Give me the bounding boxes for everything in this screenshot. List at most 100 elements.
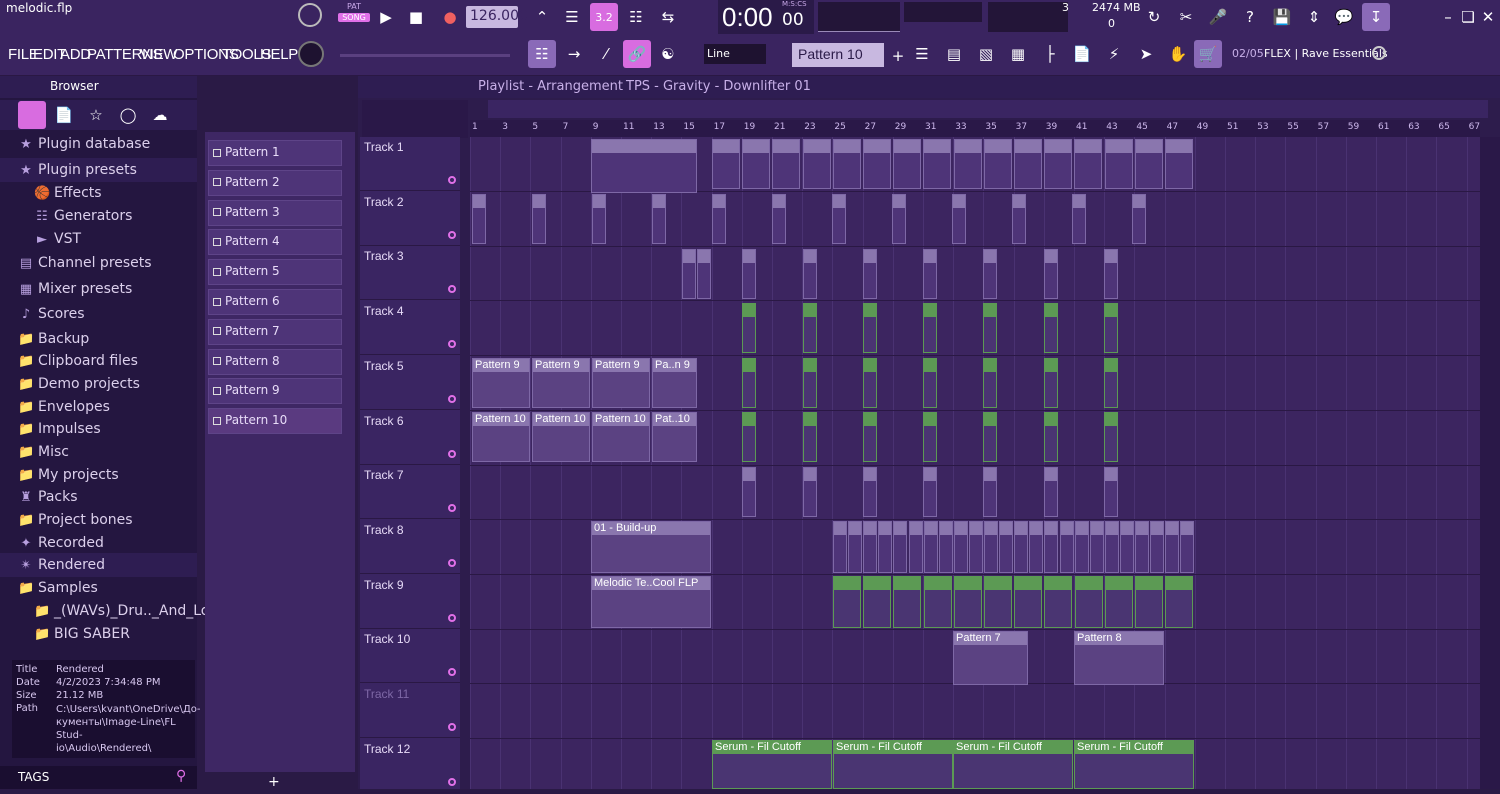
browser-tab-plugins-icon[interactable]: ☆ [82, 101, 110, 129]
playlist-clip[interactable] [863, 521, 878, 573]
track-mute-icon[interactable] [448, 449, 456, 458]
playlist-clip[interactable] [472, 194, 486, 244]
stamp-icon[interactable]: ☯ [654, 40, 682, 68]
playlist-clip[interactable] [983, 249, 997, 299]
play-icon[interactable]: ▶ [372, 3, 400, 31]
browser-item[interactable]: 📁 Demo projects [0, 372, 197, 396]
track-mute-icon[interactable] [448, 723, 456, 731]
track-header[interactable]: Track 10 [360, 629, 460, 684]
playlist-clip[interactable] [592, 194, 606, 244]
playlist-clip[interactable] [1044, 576, 1073, 628]
playlist-clip[interactable] [892, 194, 906, 244]
browser-item[interactable]: 📁 BIG SABER [0, 622, 197, 646]
search-icon[interactable]: ⚲ [176, 768, 186, 784]
playlist-clip[interactable] [1132, 194, 1146, 244]
playlist-clip[interactable] [1104, 576, 1133, 628]
playlist-clip[interactable] [803, 358, 817, 408]
browser-item[interactable]: ★ Plugin database [0, 132, 197, 156]
render-icon[interactable]: ⇕ [1300, 3, 1328, 31]
browser-item[interactable]: ▦ Mixer presets [0, 277, 197, 301]
chat-icon[interactable]: 💬 [1330, 3, 1358, 31]
playlist-clip[interactable] [1044, 139, 1073, 189]
browser-item[interactable]: 🏀 Effects [0, 181, 197, 205]
playlist-clip[interactable] [803, 249, 817, 299]
playlist-clip[interactable] [983, 358, 997, 408]
track-mute-icon[interactable] [448, 613, 456, 622]
browser-item[interactable]: 📁 _(WAVs)_Dru.._And_Loops [0, 599, 234, 623]
playlist-clip[interactable] [1044, 358, 1058, 408]
loop-record-icon[interactable]: ⇆ [654, 3, 682, 31]
browser-item[interactable]: 📁 Impulses [0, 417, 197, 441]
close-icon[interactable]: ✕ [1478, 3, 1498, 31]
snap-indicator[interactable]: 3.2 [590, 3, 618, 31]
playlist-clip[interactable] [803, 303, 817, 353]
playlist-clip[interactable]: Pattern 10 [592, 412, 650, 462]
playlist-clip[interactable] [1074, 576, 1103, 628]
playlist-clip[interactable]: Melodic Te..Cool FLP [591, 576, 711, 628]
playlist-clip[interactable] [802, 139, 831, 189]
playlist-clip[interactable] [983, 412, 997, 462]
playlist-clip[interactable] [863, 303, 877, 353]
pattern-item[interactable]: Pattern 4 [208, 229, 342, 256]
playlist-icon[interactable]: ☰ [908, 40, 936, 68]
playlist-clip[interactable] [1135, 576, 1163, 628]
hand-icon[interactable]: ✋ [1164, 40, 1192, 68]
playlist-clip[interactable] [1165, 521, 1180, 573]
menu-view[interactable]: VIEW [140, 46, 177, 63]
playlist-clip[interactable] [893, 139, 922, 189]
playlist-clip[interactable]: Serum - Fil Cutoff [953, 740, 1073, 789]
playlist-clip[interactable]: Pattern 7 [953, 631, 1028, 685]
playlist-clip[interactable] [984, 521, 998, 573]
browser-tab-all-icon[interactable] [18, 101, 46, 129]
pattern-item[interactable]: Pattern 9 [208, 378, 342, 405]
channel-rack-icon[interactable]: ▤ [940, 40, 968, 68]
arrow-right-icon[interactable]: → [560, 40, 588, 68]
track-mute-icon[interactable] [448, 504, 456, 513]
playlist-clip[interactable] [1044, 303, 1058, 353]
playlist-clip[interactable] [968, 521, 983, 573]
browser-item[interactable]: 📁 My projects [0, 463, 197, 487]
playlist-clip[interactable] [652, 194, 666, 244]
playlist-clip[interactable] [591, 139, 697, 193]
track-header[interactable]: Track 7 [360, 465, 460, 520]
snap-select[interactable]: Line [704, 44, 766, 64]
pattern-item[interactable]: Pattern 2 [208, 169, 342, 196]
playlist-clip[interactable] [1074, 139, 1103, 189]
track-header[interactable]: Track 6 [360, 411, 460, 465]
playlist-clip[interactable] [1074, 521, 1089, 573]
track-header[interactable]: Track 3 [360, 246, 460, 301]
cut-icon[interactable]: ✂ [1172, 3, 1200, 31]
playlist-clip[interactable]: Pat..10 [652, 412, 697, 462]
piano-roll-icon[interactable]: ☷ [528, 40, 556, 68]
step-edit-icon[interactable]: ☷ [622, 3, 650, 31]
playlist-clip[interactable] [832, 194, 846, 244]
pat-song-toggle[interactable]: PAT SONG [338, 2, 370, 32]
minimize-icon[interactable]: – [1438, 3, 1458, 31]
playlist-clip[interactable] [953, 139, 982, 189]
playlist-clip[interactable] [1059, 521, 1074, 573]
master-pitch-slider[interactable] [340, 54, 510, 57]
wait-record-icon[interactable]: ☰ [558, 3, 586, 31]
track-mute-icon[interactable] [448, 668, 456, 677]
pattern-item[interactable]: Pattern 10 [208, 408, 342, 435]
pattern-item[interactable]: Pattern 3 [208, 199, 342, 226]
playlist-clip[interactable] [1134, 139, 1163, 189]
pattern-item[interactable]: Pattern 8 [208, 348, 342, 375]
pattern-item[interactable]: Pattern 5 [208, 259, 342, 286]
playlist-clip[interactable] [742, 139, 771, 189]
playlist-clip[interactable] [1119, 521, 1134, 573]
pattern-item[interactable]: Pattern 7 [208, 318, 342, 345]
playlist-clip[interactable] [1104, 358, 1118, 408]
plugin-icon[interactable]: ⚡ [1100, 40, 1128, 68]
master-volume-knob[interactable] [298, 41, 324, 67]
playlist-clip[interactable]: Serum - Fil Cutoff [833, 740, 953, 789]
playlist-clip[interactable] [1150, 521, 1165, 573]
playlist-clip[interactable] [1104, 249, 1118, 299]
playlist-clip[interactable] [1165, 576, 1194, 628]
playlist-clip[interactable]: Pattern 10 [532, 412, 590, 462]
playlist-clip[interactable] [923, 139, 952, 189]
playlist-clip[interactable] [893, 576, 922, 628]
playlist-clip[interactable] [923, 412, 937, 462]
playlist-clip[interactable] [742, 412, 756, 462]
playlist-clip[interactable] [863, 358, 877, 408]
